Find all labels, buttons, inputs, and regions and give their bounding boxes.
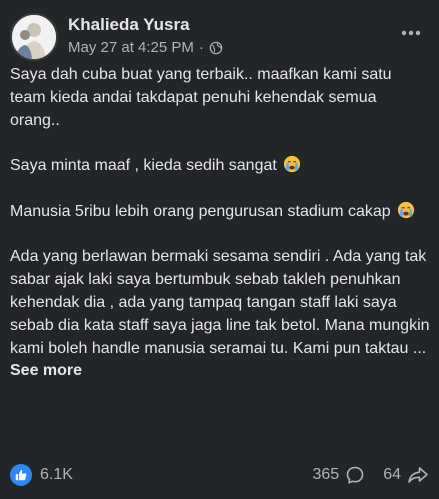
post-card: Khalieda Yusra May 27 at 4:25 PM · Saya …	[0, 0, 439, 499]
more-horizontal-icon	[401, 30, 421, 36]
post-header: Khalieda Yusra May 27 at 4:25 PM ·	[10, 13, 429, 61]
crying-face-icon	[284, 156, 301, 173]
crying-face-icon	[398, 201, 415, 218]
post-paragraph: Saya dah cuba buat yang terbaik.. maafka…	[10, 66, 392, 129]
author-name[interactable]: Khalieda Yusra	[68, 15, 190, 35]
meta-separator: ·	[198, 39, 204, 56]
post-options-button[interactable]	[395, 21, 427, 45]
share-count: 64	[383, 466, 401, 483]
avatar-image	[12, 15, 56, 59]
like-icon	[10, 464, 32, 486]
post-paragraph: Saya minta maaf , kieda sedih sangat	[10, 155, 430, 178]
post-meta: May 27 at 4:25 PM ·	[68, 39, 223, 56]
comment-icon	[346, 466, 364, 484]
engagement-stats: 365 64	[313, 465, 430, 485]
share-icon	[408, 467, 428, 483]
globe-icon[interactable]	[209, 41, 223, 55]
comment-count-button[interactable]: 365	[313, 465, 366, 485]
post-paragraph: Ada yang berlawan bermaki sesama sendiri…	[10, 246, 430, 383]
share-count-button[interactable]: 64	[383, 465, 429, 485]
post-timestamp[interactable]: May 27 at 4:25 PM	[68, 39, 194, 56]
reactions-summary[interactable]: 6.1K	[10, 464, 73, 486]
paragraph-text: Manusia 5ribu lebih orang pengurusan sta…	[10, 202, 391, 220]
paragraph-text: Ada yang berlawan bermaki sesama sendiri…	[10, 248, 430, 357]
post-paragraph: Manusia 5ribu lebih orang pengurusan sta…	[10, 201, 430, 224]
see-more-link[interactable]: See more	[10, 362, 82, 379]
paragraph-text: Saya minta maaf , kieda sedih sangat	[10, 157, 277, 175]
thumbs-up-icon	[15, 469, 27, 481]
reaction-count: 6.1K	[40, 466, 73, 483]
avatar[interactable]	[10, 13, 58, 61]
comment-count: 365	[312, 466, 340, 483]
post-body: Saya dah cuba buat yang terbaik.. maafka…	[10, 64, 430, 383]
post-footer: 6.1K 365 64	[10, 462, 429, 488]
